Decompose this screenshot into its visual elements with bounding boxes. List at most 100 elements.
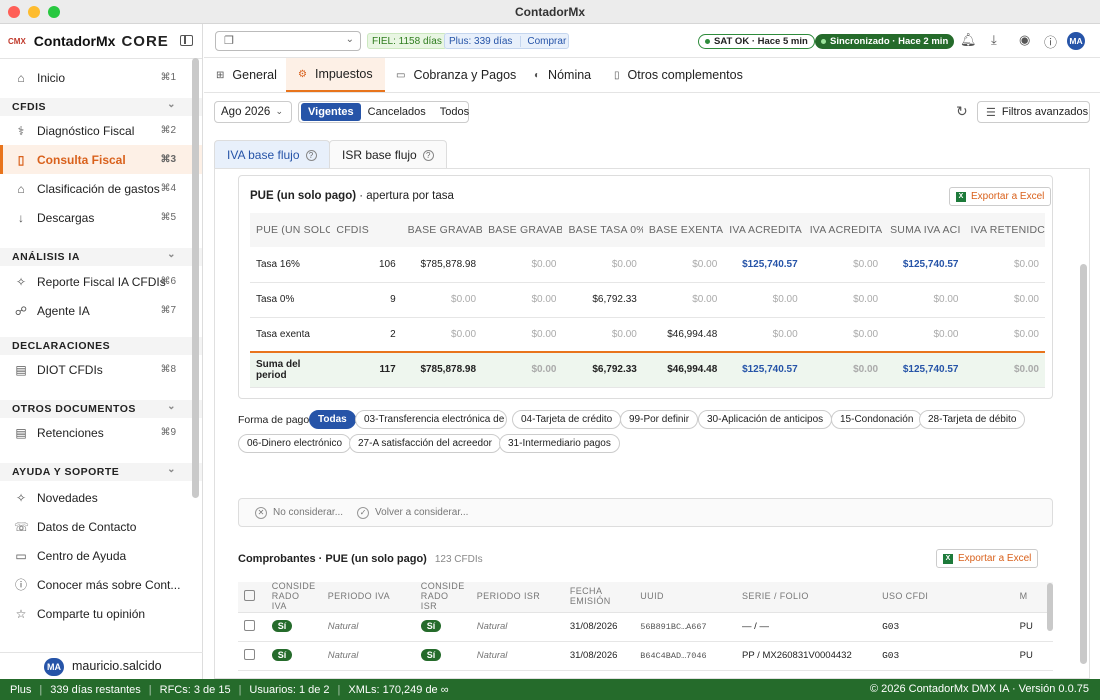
tab-general[interactable]: ⊞ General (204, 58, 289, 92)
section-declaraciones[interactable]: DECLARACIONES (0, 337, 202, 355)
no-considerar-button[interactable]: No considerar... (273, 507, 343, 518)
column-header[interactable]: CONSIDE RADO IVA (265, 581, 322, 613)
sidebar-item-inicio[interactable]: ⌂ Inicio ⌘1 (0, 63, 202, 92)
section-otros-documentos[interactable]: OTROS DOCUMENTOS ⌄ (0, 400, 202, 418)
sidebar-item-opinion[interactable]: ☆ Comparte tu opinión (0, 599, 202, 628)
chip-30[interactable]: 30-Aplicación de anticipos (698, 410, 833, 429)
help-icon[interactable]: ⓘ (1044, 32, 1057, 51)
chip-15[interactable]: 15-Condonación (831, 410, 923, 429)
phone-icon: ☏ (14, 519, 30, 534)
shortcut-label: ⌘3 (160, 154, 176, 165)
tab-otros[interactable]: ▯ Otros complementos (602, 58, 755, 92)
column-header[interactable]: BASE GRAVAB (482, 213, 563, 247)
bell-icon[interactable]: 🔔︎ (960, 32, 977, 48)
column-header[interactable]: IVA ACREDITA (723, 213, 804, 247)
export-excel-button[interactable]: X Exportar a Excel (949, 187, 1052, 206)
download-icon[interactable]: ⤓ (991, 32, 997, 48)
sidebar-item-consulta[interactable]: ▯ Consulta Fiscal ⌘3 (0, 145, 202, 174)
column-header[interactable]: SERIE / FOLIO (736, 582, 877, 613)
column-header[interactable]: CONSIDE RADO ISR (414, 581, 471, 613)
tab-nomina[interactable]: ◐ Nómina (522, 58, 603, 92)
payroll-icon: ◐ (534, 69, 541, 81)
collapse-sidebar-icon[interactable] (180, 35, 193, 46)
excel-icon: X (956, 191, 966, 202)
chip-28[interactable]: 28-Tarjeta de débito (919, 410, 1026, 429)
period-value: Natural (476, 621, 508, 633)
segment-cancelados[interactable]: Cancelados (361, 103, 433, 121)
segment-vigentes[interactable]: Vigentes (301, 103, 361, 121)
help-icon[interactable]: ? (305, 149, 317, 161)
select-all-checkbox[interactable] (244, 589, 255, 601)
table-row[interactable]: Sí Natural Sí Natural 31/08/2026 56B891BC…A66… (238, 612, 1053, 642)
brand-name: ContadorMx (33, 33, 116, 49)
chip-06[interactable]: 06-Dinero electrónico (238, 434, 352, 453)
buy-link[interactable]: Comprar (520, 35, 566, 47)
rfc-selector[interactable]: ❐ ⌄ (215, 31, 361, 51)
month-selector[interactable]: Ago 2026 ⌄ (214, 101, 292, 123)
sidebar-item-ayuda[interactable]: ▭ Centro de Ayuda (0, 541, 202, 570)
column-header[interactable]: PUE (UN SOLO (250, 213, 331, 247)
column-header[interactable]: USO CFDI (876, 582, 1014, 613)
section-cfdis[interactable]: CFDIS ⌄ (0, 98, 202, 116)
sidebar-item-agente-ia[interactable]: ☍ Agente IA ⌘7 (0, 296, 202, 325)
table-row[interactable]: SíNaturalSíNatural31/08/202668F4351C…155… (238, 670, 1053, 678)
chip-04[interactable]: 04-Tarjeta de crédito (512, 410, 622, 429)
sidebar-scrollbar[interactable] (192, 58, 199, 498)
column-header[interactable]: IVA RETENIDC (964, 213, 1045, 247)
sidebar-item-label: Comparte tu opinión (37, 606, 146, 621)
column-header[interactable]: IVA ACREDITA (803, 213, 885, 247)
column-header[interactable]: BASE GRAVAB (401, 213, 483, 247)
help-icon[interactable]: ? (422, 149, 434, 161)
section-analisis-ia[interactable]: ANÁLISIS IA ⌄ (0, 248, 202, 266)
subtab-isr[interactable]: ISR base flujo? (329, 140, 447, 169)
avatar[interactable]: MA (1067, 32, 1085, 50)
serie-value: — / — (742, 621, 769, 633)
row-checkbox[interactable] (244, 648, 255, 660)
tab-impuestos[interactable]: ⚙ Impuestos (286, 58, 385, 92)
sidebar-item-reporte-ia[interactable]: ✧ Reporte Fiscal IA CFDIs ⌘6 (0, 267, 202, 296)
chip-31[interactable]: 31-Intermediario pagos (499, 434, 620, 453)
content-scrollbar[interactable] (1080, 264, 1087, 664)
sidebar-item-retenciones[interactable]: ▤ Retenciones ⌘9 (0, 418, 202, 447)
sidebar-item-novedades[interactable]: ✧ Novedades (0, 483, 202, 512)
tab-cobranza[interactable]: ▭ Cobranza y Pagos (384, 58, 528, 92)
sidebar-item-diot[interactable]: ▤ DIOT CFDIs ⌘8 (0, 355, 202, 384)
user-profile[interactable]: MA mauricio.salcido (0, 652, 203, 679)
table-scrollbar[interactable] (1047, 583, 1053, 631)
chip-todas[interactable]: Todas (309, 410, 356, 429)
column-header[interactable]: PERIODO ISR (470, 582, 564, 613)
table-row: Tasa 0% 9 $0.00 $0.00 $6,792.33 $0.00 $0.00 $0.… (250, 282, 1045, 318)
chip-27[interactable]: 27-A satisfacción del acreedor (349, 434, 501, 453)
segment-todos[interactable]: Todos (433, 103, 476, 121)
subtab-iva[interactable]: IVA base flujo? (214, 140, 330, 169)
row-checkbox[interactable] (244, 619, 255, 631)
sidebar-item-contacto[interactable]: ☏ Datos de Contacto (0, 512, 202, 541)
section-ayuda[interactable]: AYUDA Y SOPORTE ⌄ (0, 463, 202, 481)
pue-table: PUE (UN SOLO CFDIS BASE GRAVAB BASE GRAVAB B… (250, 213, 1045, 388)
eye-icon[interactable]: ◉ (1019, 32, 1030, 48)
sidebar-item-clasificacion[interactable]: ⌂ Clasificación de gastos ⌘4 (0, 174, 202, 203)
shortcut-label: ⌘1 (160, 72, 176, 83)
advanced-filters-button[interactable]: ☰ Filtros avanzados (977, 101, 1090, 123)
sidebar-item-conocer[interactable]: ⓘ Conocer más sobre Cont... (0, 570, 202, 599)
column-header[interactable]: FECHA EMISIÓN (563, 582, 635, 613)
sidebar-item-descargas[interactable]: ↓ Descargas ⌘5 (0, 203, 202, 232)
table-cell: Natural (470, 641, 564, 671)
sidebar-item-label: Novedades (37, 490, 98, 505)
export-excel-button[interactable]: X Exportar a Excel (936, 549, 1039, 568)
table-row[interactable]: Sí Natural Sí Natural 31/08/2026 B64C4BAD…704… (238, 641, 1053, 671)
volver-considerar-button[interactable]: Volver a considerar... (375, 507, 468, 518)
column-header[interactable]: PERIODO IVA (321, 582, 415, 613)
shortcut-label: ⌘8 (160, 364, 176, 375)
column-header[interactable]: BASE TASA 0% (562, 213, 643, 247)
column-header[interactable]: CFDIS (330, 213, 402, 247)
content-panel: PUE (un solo pago) · apertura por tasa X… (214, 168, 1090, 679)
column-header[interactable]: UUID (634, 582, 737, 613)
button-label: Exportar a Excel (971, 191, 1045, 202)
chip-03[interactable]: 03-Transferencia electrónica de fo (355, 410, 507, 429)
chip-99[interactable]: 99-Por definir (620, 410, 699, 429)
column-header[interactable]: SUMA IVA ACI (884, 213, 965, 247)
refresh-icon[interactable]: ↻ (956, 103, 968, 120)
sidebar-item-diagnostico[interactable]: ⚕ Diagnóstico Fiscal ⌘2 (0, 116, 202, 145)
column-header[interactable]: BASE EXENTA (642, 213, 724, 247)
